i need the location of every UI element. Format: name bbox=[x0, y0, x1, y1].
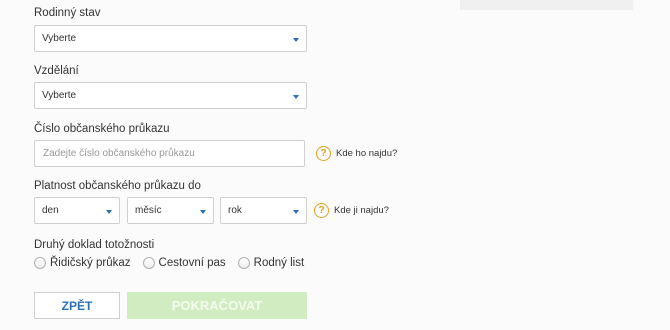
id-card-number-placeholder: Zadejte číslo občanského průkazu bbox=[43, 148, 195, 159]
marital-status-value: Vyberte bbox=[42, 33, 77, 44]
chevron-down-icon bbox=[293, 210, 299, 214]
chevron-down-icon bbox=[293, 38, 299, 42]
radio-drivers-license[interactable]: Řidičský průkaz bbox=[34, 257, 131, 269]
id-card-validity-label: Platnost občanského průkazu do bbox=[34, 180, 201, 192]
back-button[interactable]: ZPĚT bbox=[34, 292, 120, 319]
validity-day-select[interactable]: den bbox=[34, 197, 120, 224]
education-label: Vzdělání bbox=[34, 65, 79, 77]
chevron-down-icon bbox=[293, 95, 299, 99]
radio-passport[interactable]: Cestovní pas bbox=[142, 257, 226, 269]
continue-button[interactable]: POKRAČOVAT bbox=[127, 292, 307, 319]
marital-status-select[interactable]: Vyberte bbox=[34, 25, 307, 52]
radio-label: Rodný list bbox=[253, 257, 305, 269]
validity-month-select[interactable]: měsíc bbox=[127, 197, 214, 224]
validity-year-value: rok bbox=[228, 205, 242, 216]
question-circle-icon: ? bbox=[314, 203, 329, 218]
validity-day-value: den bbox=[42, 205, 59, 216]
second-document-options: Řidičský průkaz Cestovní pas Rodný list bbox=[34, 257, 304, 269]
id-card-number-input[interactable]: Zadejte číslo občanského průkazu bbox=[34, 140, 305, 167]
id-card-validity-help-text: Kde ji najdu? bbox=[334, 205, 389, 216]
chevron-down-icon bbox=[200, 210, 206, 214]
question-circle-icon: ? bbox=[316, 146, 331, 161]
validity-year-select[interactable]: rok bbox=[220, 197, 307, 224]
education-select[interactable]: Vyberte bbox=[34, 82, 307, 109]
radio-birth-certificate[interactable]: Rodný list bbox=[237, 257, 305, 269]
id-card-validity-help[interactable]: ? Kde ji najdu? bbox=[314, 203, 389, 218]
side-panel bbox=[460, 0, 633, 10]
marital-status-label: Rodinný stav bbox=[34, 7, 101, 19]
education-value: Vyberte bbox=[42, 90, 77, 101]
id-card-number-help[interactable]: ? Kde ho najdu? bbox=[316, 146, 397, 161]
radio-button[interactable] bbox=[237, 257, 250, 269]
radio-label: Řidičský průkaz bbox=[50, 257, 131, 269]
id-card-number-label: Číslo občanského průkazu bbox=[34, 123, 170, 135]
id-card-number-help-text: Kde ho najdu? bbox=[336, 148, 398, 159]
radio-button[interactable] bbox=[142, 257, 155, 269]
chevron-down-icon bbox=[106, 210, 112, 214]
second-document-label: Druhý doklad totožnosti bbox=[34, 239, 155, 251]
validity-month-value: měsíc bbox=[135, 205, 162, 216]
radio-button[interactable] bbox=[34, 257, 46, 269]
radio-label: Cestovní pas bbox=[158, 257, 226, 269]
